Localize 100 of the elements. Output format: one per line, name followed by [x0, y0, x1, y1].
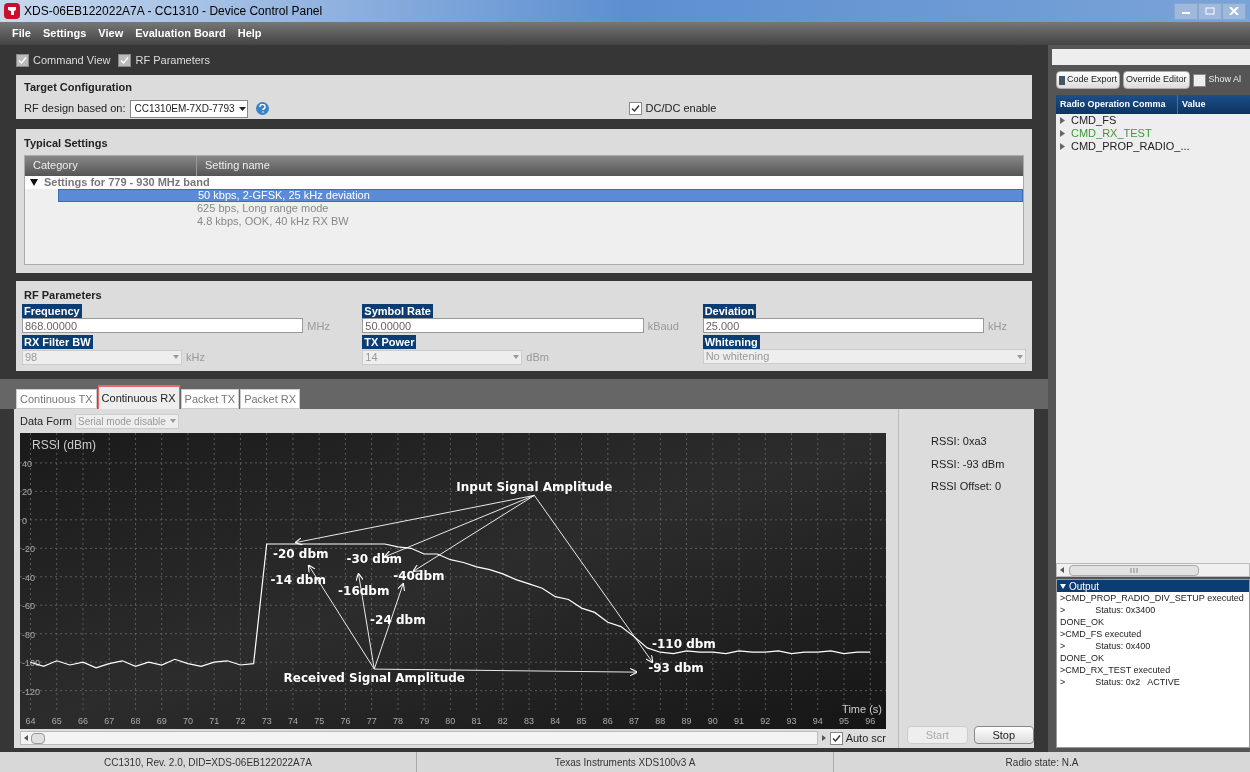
tab[interactable]: Packet RX: [240, 389, 301, 409]
axis-tick-label: 90: [707, 716, 718, 726]
axis-tick-label: 91: [734, 716, 745, 726]
axis-tick-label: 95: [839, 716, 849, 726]
axis-tick-label: 72: [235, 716, 246, 726]
axis-tick-label: -100: [22, 658, 40, 669]
axis-tick-label: 94: [812, 716, 823, 726]
checkbox-label: RF Parameters: [135, 52, 211, 68]
export-button[interactable]: Code Export: [1056, 71, 1121, 89]
unit-label: MHz: [307, 318, 331, 334]
axis-tick-label: 92: [760, 716, 771, 726]
annotation-label: Input Signal Amplitude: [456, 480, 613, 495]
annotation-label: -93 dbm: [648, 661, 704, 676]
setting-row[interactable]: 4.8 kbps, OOK, 40 kHz RX BW: [58, 214, 1023, 228]
tab[interactable]: Continuous TX: [16, 389, 97, 409]
menu-item[interactable]: Settings: [42, 25, 87, 42]
checkbox-label: Show Al: [1208, 73, 1242, 87]
axis-tick-label: 85: [576, 716, 587, 726]
annotation-label: -14 dbm: [270, 572, 326, 587]
log-line: >CMD_RX_TEST executed: [1059, 664, 1172, 676]
axis-tick-label: 77: [366, 716, 377, 726]
axis-tick-label: 76: [340, 716, 351, 726]
annotation-label: -24 dbm: [370, 612, 426, 627]
annotation-label: -110 dbm: [652, 636, 716, 651]
panel-title: RF Parameters: [24, 288, 103, 303]
axis-tick-label: 20: [22, 487, 32, 498]
action-button[interactable]: Stop: [973, 726, 1034, 744]
column-header[interactable]: Setting name: [197, 155, 1023, 176]
window-title: XDS-06EB122022A7A - CC1310 - Device Control Panel: [24, 3, 324, 20]
checkbox-label: Command View: [33, 52, 111, 68]
field-label: Data Form: [20, 413, 72, 429]
log-line: > Status: 0x2 ACTIVE: [1059, 676, 1181, 688]
axis-tick-label: 65: [51, 716, 62, 726]
rssi-readout: RSSI Offset: 0: [931, 479, 1003, 494]
log-line: >CMD_PROP_RADIO_DIV_SETUP executed: [1059, 592, 1245, 604]
axis-tick-label: 83: [524, 716, 535, 726]
field-label: Symbol Rate: [362, 303, 433, 318]
axis-tick-label: -80: [22, 629, 35, 640]
input-field[interactable]: 25.000: [702, 318, 984, 334]
menu-item[interactable]: View: [98, 25, 124, 42]
axis-title: Time (s): [842, 703, 882, 715]
status-text: Radio state: N.A: [1005, 755, 1079, 770]
axis-tick-label: 78: [392, 716, 403, 726]
field-label: RX Filter BW: [22, 335, 93, 349]
editor-button[interactable]: Override Editor: [1123, 71, 1190, 89]
axis-tick-label: 81: [471, 716, 482, 726]
checkbox-label: Auto scr: [845, 730, 886, 746]
tab[interactable]: Continuous RX: [97, 385, 180, 409]
checkbox-label: DC/DC enable: [645, 101, 717, 117]
annotation-label: -20 dbm: [273, 547, 329, 562]
field-label: Whitening: [702, 335, 760, 349]
axis-tick-label: 75: [314, 716, 325, 726]
tab[interactable]: Packet TX: [180, 389, 240, 409]
design-dropdown[interactable]: CC1310EM-7XD-7793: [129, 99, 248, 118]
menu-item[interactable]: Help: [237, 25, 262, 42]
unit-label: kBaud: [647, 318, 680, 334]
unit-label: dBm: [526, 350, 550, 365]
input-field[interactable]: 50.00000: [362, 318, 644, 334]
axis-tick-label: -20: [22, 544, 35, 555]
field-label: Frequency: [22, 303, 82, 318]
annotation-label: -16dbm: [338, 584, 390, 599]
annotation-label: Received Signal Amplitude: [283, 671, 465, 686]
unit-label: kHz: [186, 350, 206, 365]
rssi-readout: RSSI: -93 dBm: [931, 456, 1006, 472]
axis-tick-label: 79: [419, 716, 430, 726]
annotation-label: -30 dbm: [346, 551, 403, 566]
field-label: RF design based on:: [24, 101, 126, 117]
axis-tick-label: 70: [182, 716, 193, 726]
menu-item[interactable]: File: [12, 25, 31, 42]
panel-title: Typical Settings: [24, 136, 109, 151]
axis-tick-label: 73: [261, 716, 272, 726]
menu-item[interactable]: Evaluation Board: [135, 25, 226, 42]
axis-tick-label: 74: [287, 716, 298, 726]
status-text: Texas Instruments XDS100v3 A: [554, 755, 696, 770]
rssi-readout: RSSI: 0xa3: [931, 434, 988, 449]
axis-tick-label: 89: [681, 716, 692, 726]
axis-tick-label: 80: [445, 716, 456, 726]
log-line: DONE_OK: [1059, 616, 1105, 628]
axis-tick-label: 67: [104, 716, 115, 726]
axis-tick-label: 93: [786, 716, 797, 726]
axis-tick-label: 69: [156, 716, 167, 726]
input-field[interactable]: 868.00000: [22, 318, 304, 334]
unit-label: kHz: [988, 318, 1008, 334]
axis-tick-label: 87: [629, 716, 640, 726]
axis-tick-label: -120: [22, 686, 40, 697]
column-header[interactable]: Radio Operation Comma: [1056, 95, 1178, 114]
setting-row[interactable]: 625 bps, Long range mode: [58, 201, 1023, 215]
axis-tick-label: 68: [130, 716, 141, 726]
axis-tick-label: 82: [497, 716, 508, 726]
axis-tick-label: 86: [602, 716, 613, 726]
column-header[interactable]: Value: [1178, 95, 1250, 114]
column-header[interactable]: Category: [25, 155, 197, 176]
log-line: > Status: 0x400: [1059, 640, 1152, 652]
panel-title: Output: [1069, 579, 1100, 594]
panel-title: Target Configuration: [24, 80, 133, 95]
annotation-label: -40dbm: [393, 568, 445, 583]
log-line: >CMD_FS executed: [1059, 628, 1143, 640]
field-label: Deviation: [702, 303, 757, 318]
axis-tick-label: 40: [22, 458, 32, 469]
status-text: CC1310, Rev. 2.0, DID=XDS-06EB122022A7A: [104, 755, 312, 770]
